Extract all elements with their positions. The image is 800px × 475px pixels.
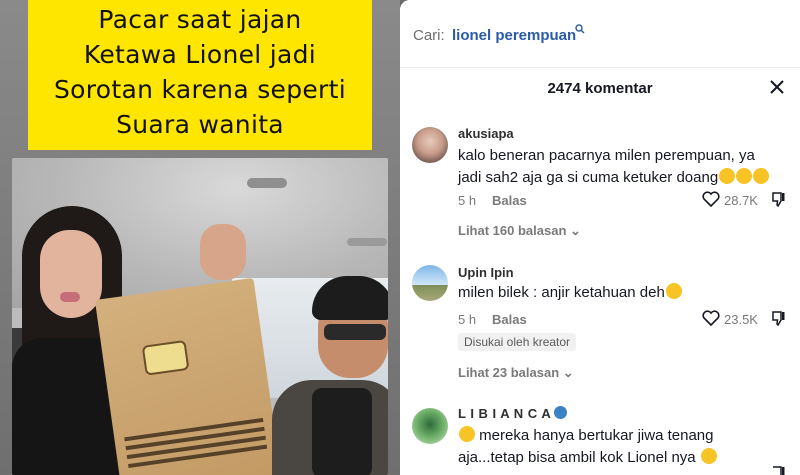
comment-text-body: kalo beneran pacarnya milen perempuan, y…	[458, 147, 755, 186]
view-replies-label: Lihat 23 balasan	[458, 365, 560, 380]
heart-icon[interactable]	[702, 310, 720, 326]
heart-icon[interactable]	[702, 191, 720, 207]
laughing-emoji-icon	[719, 168, 736, 184]
like-count: 23.5K	[724, 312, 758, 327]
man-shirt	[312, 388, 372, 475]
comment-text: mereka hanya bertukar jiwa tenang aja...…	[458, 425, 778, 469]
sunglasses	[324, 324, 386, 340]
comment-username[interactable]: Upin Ipin	[458, 265, 514, 280]
comment-text-body: mereka hanya bertukar jiwa tenang aja...…	[458, 427, 714, 466]
thumbs-down-icon[interactable]	[770, 191, 786, 207]
avatar[interactable]	[412, 127, 448, 163]
pleading-emoji-icon	[459, 426, 475, 442]
liked-by-creator-badge: Disukai oleh kreator	[458, 333, 577, 351]
woman-face	[40, 230, 102, 318]
comment-time: 5 h	[458, 193, 477, 208]
caption-line: Pacar saat jajan	[98, 5, 302, 34]
thumbs-down-icon[interactable]	[770, 310, 786, 326]
paper-bag	[94, 277, 282, 475]
comment-username-text: L I B I A N C A	[458, 406, 552, 421]
search-query-link[interactable]: lionel perempuan	[452, 27, 576, 44]
view-replies-link[interactable]: Lihat 160 balasan ⌄	[458, 223, 581, 239]
video-frame	[12, 158, 388, 475]
reply-button[interactable]: Balas	[492, 193, 527, 208]
avatar[interactable]	[412, 265, 448, 301]
comment-text: kalo beneran pacarnya milen perempuan, y…	[458, 145, 778, 189]
avatar[interactable]	[412, 408, 448, 444]
bag-logo	[141, 339, 190, 376]
video-caption: Pacar saat jajan Ketawa Lionel jadi Soro…	[28, 0, 372, 150]
hand	[200, 224, 246, 280]
close-icon[interactable]	[768, 78, 786, 96]
comment-text-body: milen bilek : anjir ketahuan deh	[458, 284, 665, 301]
thumbs-down-icon[interactable]	[770, 465, 786, 475]
bag-print	[124, 417, 264, 442]
laughing-emoji-icon	[736, 168, 753, 184]
reply-button[interactable]: Balas	[492, 312, 527, 327]
caption-line: Ketawa Lionel jadi	[83, 40, 317, 69]
view-replies-link[interactable]: Lihat 23 balasan ⌄	[458, 365, 574, 381]
search-prefix: Cari:	[413, 27, 445, 44]
chevron-down-icon: ⌄	[570, 223, 581, 238]
pleading-emoji-icon	[700, 448, 717, 464]
woman-lips	[60, 292, 80, 302]
comment-username[interactable]: akusiapa	[458, 126, 514, 141]
verified-icon	[554, 406, 568, 419]
comment-count: 2474 komentar	[547, 80, 653, 97]
laughing-emoji-icon	[665, 283, 682, 299]
search-bar[interactable]: Cari: lionel perempuan	[400, 0, 800, 68]
car-handle	[247, 178, 287, 188]
caption-line: Sorotan karena seperti	[54, 75, 346, 104]
chevron-down-icon: ⌄	[562, 365, 574, 380]
video-player[interactable]: Pacar saat jajan Ketawa Lionel jadi Soro…	[0, 0, 400, 475]
comment-text: milen bilek : anjir ketahuan deh	[458, 282, 778, 304]
view-replies-label: Lihat 160 balasan	[458, 223, 567, 238]
comments-panel: Cari: lionel perempuan 2474 komentar aku…	[400, 0, 800, 475]
caption-line: Suara wanita	[116, 110, 284, 139]
comment-username[interactable]: L I B I A N C A	[458, 406, 568, 421]
laughing-emoji-icon	[753, 168, 770, 184]
search-icon[interactable]	[575, 24, 585, 34]
like-count: 28.7K	[724, 193, 758, 208]
car-light	[347, 238, 387, 246]
comment-time: 5 h	[458, 312, 477, 327]
